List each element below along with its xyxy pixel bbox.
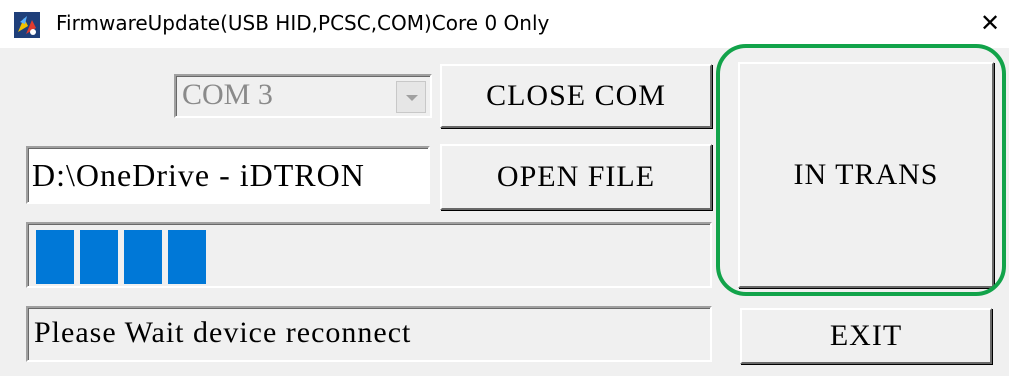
close-icon: ✕ [979,9,1001,37]
file-path-field[interactable]: D:\OneDrive - iDTRON [26,146,430,204]
close-com-button[interactable]: CLOSE COM [440,64,712,128]
progress-fill [36,230,206,284]
status-field: Please Wait device reconnect [26,306,712,362]
progress-block [36,230,74,284]
exit-button[interactable]: EXIT [740,308,992,364]
close-window-button[interactable]: ✕ [976,8,1004,38]
com-port-value: COM 3 [182,78,273,111]
in-trans-button[interactable]: IN TRANS [738,62,994,288]
status-text: Please Wait device reconnect [34,316,412,349]
com-port-select[interactable]: COM 3 [174,74,432,118]
progress-block [124,230,162,284]
open-file-button[interactable]: OPEN FILE [440,144,712,210]
progress-block [80,230,118,284]
title-bar: FirmwareUpdate(USB HID,PCSC,COM)Core 0 O… [0,0,1009,48]
progress-block [168,230,206,284]
chevron-down-icon[interactable] [396,81,426,113]
file-path-value: D:\OneDrive - iDTRON [32,157,365,193]
progress-bar [26,222,712,288]
app-icon [14,12,40,38]
window-title: FirmwareUpdate(USB HID,PCSC,COM)Core 0 O… [56,11,550,35]
